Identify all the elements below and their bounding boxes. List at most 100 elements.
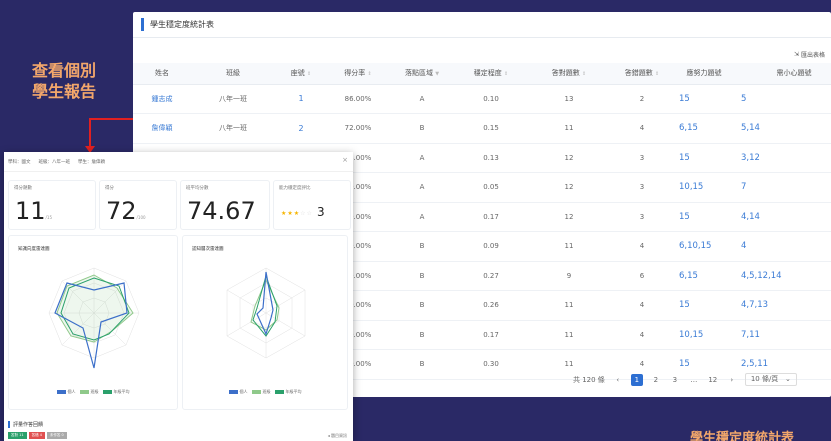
- col-header[interactable]: 得分率 ⇕: [327, 63, 389, 85]
- panel-header: 學生穩定度統計表: [133, 12, 831, 38]
- stability-cell: 0.13: [455, 143, 527, 173]
- callout-line-1: 查看個別: [31, 61, 96, 80]
- careful-questions-cell: 5: [735, 84, 831, 114]
- col-header[interactable]: 應努力題號: [673, 63, 735, 85]
- correct-cell: 11: [527, 290, 611, 321]
- unanswered-tag[interactable]: 未作答 0: [46, 432, 67, 439]
- sort-icon: ⇕: [582, 71, 587, 78]
- correct-cell: 12: [527, 143, 611, 173]
- score-count-card: 得分題數 11/15: [8, 180, 96, 230]
- class-cell: 八年一班: [191, 113, 275, 144]
- page-ellipsis[interactable]: …: [688, 374, 700, 386]
- star-rating: ★★★☆☆: [281, 210, 313, 217]
- question-info-link[interactable]: ◂ 題目資訊: [328, 433, 347, 439]
- card-value: 72/100: [106, 197, 146, 225]
- zone-cell: B: [389, 113, 455, 144]
- report-student: 學生：詹偉穎: [78, 159, 105, 165]
- footer-caption: 學生穩定度統計表: [690, 431, 795, 441]
- total-count: 共 120 條: [573, 375, 605, 384]
- next-page-button[interactable]: ›: [726, 374, 738, 386]
- correct-tag[interactable]: 答對 11: [8, 432, 27, 439]
- careful-questions-cell: 7,11: [735, 320, 831, 350]
- col-header[interactable]: 需小心題號: [735, 63, 831, 85]
- stability-cell: 0.05: [455, 172, 527, 203]
- card-label: 能力穩定度評比: [279, 186, 311, 191]
- class-cell: 八年一班: [191, 84, 275, 114]
- careful-questions-cell: 5,14: [735, 113, 831, 144]
- callout-label: 查看個別 學生報告: [14, 60, 114, 102]
- correct-cell: 11: [527, 113, 611, 144]
- wrong-cell: 4: [611, 290, 673, 321]
- wrong-cell: 2: [611, 84, 673, 114]
- zone-cell: B: [389, 231, 455, 262]
- card-label: 得分: [105, 186, 114, 191]
- table-header-row: 姓名 班級 座號 ⇕ 得分率 ⇕ 落點區域 ▼ 穩定程度 ⇕ 答對題數 ⇕ 答錯…: [133, 63, 831, 85]
- class-average-card: 班平均分數 74.67: [180, 180, 270, 230]
- page-button-1[interactable]: 1: [630, 373, 643, 386]
- stability-rating-card: 能力穩定度評比 ★★★☆☆ 3: [273, 180, 351, 230]
- card-value: 11/15: [15, 197, 52, 225]
- feedback-title: 評量作答回饋: [13, 422, 44, 428]
- correct-cell: 13: [527, 84, 611, 114]
- table-row: 詹偉穎 八年一班 2 72.00% B 0.15 11 4 6,15 5,14: [133, 113, 831, 144]
- wrong-cell: 4: [611, 231, 673, 262]
- summary-cards: 得分題數 11/15 得分 72/100 班平均分數 74.67 能力穩定度評比…: [8, 180, 351, 230]
- col-header[interactable]: 答錯題數 ⇕: [611, 63, 673, 85]
- col-header[interactable]: 姓名: [133, 63, 191, 85]
- export-button[interactable]: ⇲ 匯出表格: [794, 50, 825, 59]
- panel-title: 學生穩定度統計表: [150, 20, 214, 29]
- seat-cell: 1: [275, 84, 327, 114]
- effort-questions-cell: 6,10,15: [673, 231, 735, 262]
- col-header[interactable]: 班級: [191, 63, 275, 85]
- title-accent-bar: [141, 18, 144, 31]
- pagination: 共 120 條 ‹ 1 2 3 … 12 › 10 條/頁 ⌄: [573, 373, 797, 386]
- careful-questions-cell: 4: [735, 231, 831, 262]
- cognitive-radar-card: 認知層次雷達圖 個人 班級 年級平均: [182, 235, 348, 410]
- col-header[interactable]: 落點區域 ▼: [389, 63, 455, 85]
- legend-item: 年級平均: [274, 389, 302, 395]
- page-size-select[interactable]: 10 條/頁 ⌄: [744, 373, 797, 386]
- col-header[interactable]: 穩定程度 ⇕: [455, 63, 527, 85]
- wrong-cell: 3: [611, 143, 673, 173]
- cognitive-radar-chart: [226, 267, 306, 359]
- careful-questions-cell: 4,14: [735, 202, 831, 232]
- title-accent-bar: [8, 421, 10, 428]
- export-label: 匯出表格: [800, 52, 825, 59]
- card-label: 得分題數: [14, 186, 32, 191]
- zone-cell: B: [389, 320, 455, 350]
- legend-item: 班級: [251, 389, 271, 395]
- effort-questions-cell: 6,15: [673, 261, 735, 291]
- wrong-tag[interactable]: 答錯 4: [28, 432, 45, 439]
- effort-questions-cell: 6,15: [673, 113, 735, 144]
- chevron-down-icon: ⌄: [784, 375, 791, 383]
- zone-cell: B: [389, 290, 455, 321]
- sort-icon: ⇕: [504, 71, 509, 78]
- page-button-2[interactable]: 2: [650, 374, 662, 386]
- close-icon[interactable]: ×: [342, 156, 348, 164]
- page-button-last[interactable]: 12: [707, 374, 719, 386]
- student-name-link[interactable]: 詹偉穎: [133, 113, 191, 144]
- feedback-tags: 答對 11 答錯 4 未作答 0: [8, 432, 67, 439]
- page-button-3[interactable]: 3: [669, 374, 681, 386]
- prev-page-button[interactable]: ‹: [612, 374, 624, 386]
- wrong-cell: 3: [611, 202, 673, 232]
- stability-cell: 0.27: [455, 261, 527, 291]
- filter-icon: ▼: [435, 71, 440, 78]
- zone-cell: A: [389, 143, 455, 173]
- col-header[interactable]: 座號 ⇕: [275, 63, 327, 85]
- col-header[interactable]: 答對題數 ⇕: [527, 63, 611, 85]
- card-value: 3: [317, 205, 325, 219]
- page-size-value: 10 條/頁: [750, 375, 779, 383]
- radar-legend: 個人 班級 年級平均: [9, 389, 177, 395]
- callout-arrow: [89, 118, 135, 120]
- effort-questions-cell: 15: [673, 290, 735, 321]
- careful-questions-cell: 7: [735, 172, 831, 203]
- effort-questions-cell: 10,15: [673, 320, 735, 350]
- student-name-link[interactable]: 鍾志成: [133, 84, 191, 114]
- zone-cell: A: [389, 172, 455, 203]
- score-card: 得分 72/100: [99, 180, 177, 230]
- stability-cell: 0.17: [455, 202, 527, 232]
- callout-arrow-stem: [89, 118, 91, 148]
- export-icon: ⇲: [793, 51, 799, 58]
- rate-cell: 72.00%: [327, 113, 389, 144]
